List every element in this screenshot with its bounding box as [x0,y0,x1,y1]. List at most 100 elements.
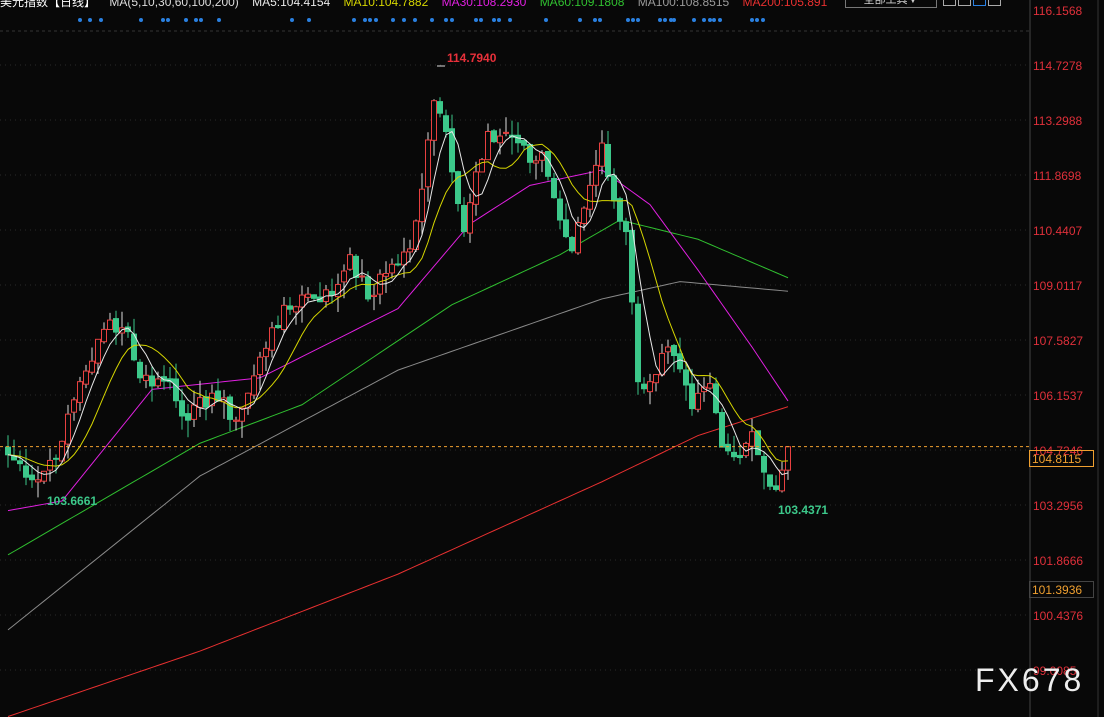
candle-body [155,378,161,387]
signal-dot [631,18,635,22]
candle-body [665,346,671,353]
signal-dot [374,18,378,22]
candle-body [383,273,389,277]
signal-dot [450,18,454,22]
candle-body [671,344,677,357]
y-tick-label: 111.8698 [1033,169,1082,183]
candle-body [137,361,143,379]
signal-dot [702,18,706,22]
candle-body [41,470,47,482]
candle-body [197,397,203,408]
y-tick-label: 114.7278 [1033,59,1082,73]
signal-dot [663,18,667,22]
candle-body [677,353,683,370]
signal-dot [352,18,356,22]
y-tick-label: 113.2988 [1033,114,1082,128]
candle-body [635,303,641,383]
candle-body [287,305,293,310]
signal-dot [413,18,417,22]
signal-dot [161,18,165,22]
signal-dot [391,18,395,22]
candle-body [233,419,239,422]
candle-body [785,446,791,471]
signal-dot [578,18,582,22]
candle-body [707,383,713,389]
candle-body [185,413,191,421]
signal-dot [712,18,716,22]
marker-price-box: 101.3936 [1029,581,1094,598]
candle-body [179,400,185,417]
candle-body [227,396,233,420]
candle-body [533,160,539,164]
candle-body [305,293,311,298]
candle-body [773,485,779,490]
candle-body [647,381,653,393]
signal-dot [78,18,82,22]
high-annotation: 114.7940 [447,51,497,65]
candle-body [23,465,29,478]
signal-dot [492,18,496,22]
candle-body [341,270,347,283]
candle-body [275,325,281,329]
candle-body [107,319,113,331]
candle-body [371,294,377,297]
fx678-watermark: FX678 [975,662,1085,698]
candle-body [257,356,263,376]
candle-body [173,378,179,402]
low-left-annotation: 103.6661 [47,494,97,508]
candle-body [53,457,59,460]
signal-dot [444,18,448,22]
candle-body [35,479,41,483]
candle-body [695,392,701,410]
signal-dot [508,18,512,22]
signal-dot [593,18,597,22]
candle-body [29,474,35,481]
candle-body [113,318,119,333]
candle-body [299,294,305,308]
candle-body [89,360,95,373]
candle-body [329,290,335,296]
candle-body [617,198,623,222]
signal-dot [598,18,602,22]
candle-body [473,171,479,205]
candle-body [521,139,527,146]
candle-body [437,101,443,114]
candle-body [761,455,767,473]
signal-dot [636,18,640,22]
candle-body [83,370,89,385]
candle-body [767,474,773,487]
signal-dot [497,18,501,22]
candle-body [443,115,449,132]
candle-body [101,328,107,343]
signal-dot [199,18,203,22]
candle-body [263,347,269,358]
candle-body [389,263,395,274]
y-tick-label: 103.2956 [1033,499,1083,513]
candle-body [593,164,599,186]
low-right-annotation: 103.4371 [778,503,828,517]
candle-body [683,369,689,386]
signal-dot [99,18,103,22]
candle-body [569,236,575,252]
ma10-line [7,143,789,467]
candle-body [191,404,197,420]
candle-body [419,188,425,223]
candle-body [281,304,287,331]
y-tick-label: 109.0117 [1033,279,1082,293]
signal-dot [708,18,712,22]
candle-body [251,375,257,396]
candle-body [503,131,509,134]
candle-body [587,184,593,210]
signal-dot [672,18,676,22]
candle-body [659,352,665,376]
candle-body [779,469,785,492]
candle-body [599,142,605,167]
candle-body [353,255,359,279]
candle-body [497,135,503,144]
candle-body [77,381,83,403]
candle-body [485,130,491,161]
signal-dot [88,18,92,22]
candle-body [401,251,407,266]
candle-body [551,177,557,199]
candle-body [365,276,371,300]
